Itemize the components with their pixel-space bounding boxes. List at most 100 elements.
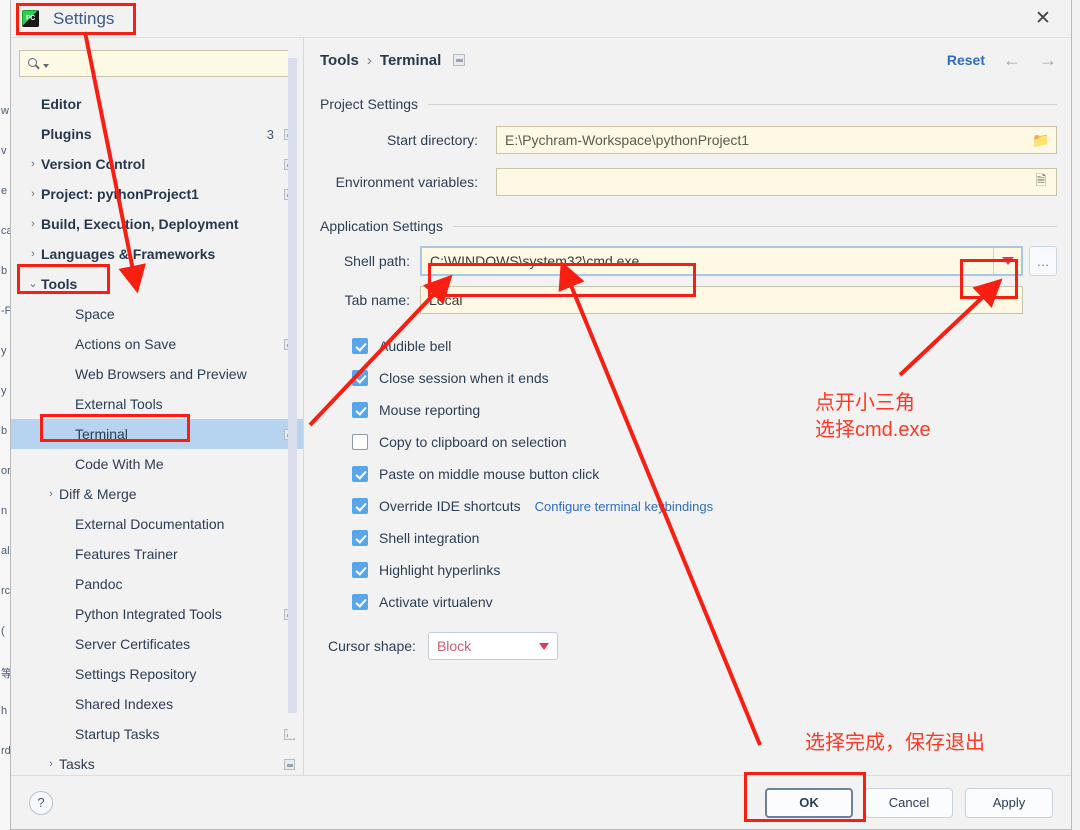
- sidebar-item-label: External Tools: [75, 396, 163, 412]
- checkbox-mouse-reporting[interactable]: [352, 402, 368, 418]
- checkbox-activate-virtualenv[interactable]: [352, 594, 368, 610]
- back-arrow-icon[interactable]: ←: [1003, 50, 1021, 71]
- option-row[interactable]: Audible bell: [352, 330, 1057, 362]
- shell-path-browse-button[interactable]: …: [1029, 246, 1057, 276]
- cursor-shape-value: Block: [436, 638, 472, 654]
- sidebar-scrollbar-thumb[interactable]: [288, 58, 297, 713]
- sidebar-item-external-documentation[interactable]: External Documentation: [11, 509, 303, 539]
- close-icon[interactable]: ✕: [1015, 0, 1071, 37]
- sidebar-item-plugins[interactable]: Plugins 3: [11, 119, 303, 149]
- sidebar-item-label: Tasks: [59, 756, 95, 772]
- sidebar-item-label: Build, Execution, Deployment: [41, 216, 239, 232]
- settings-sync-icon: [284, 758, 295, 770]
- application-settings-header: Application Settings: [320, 218, 1057, 234]
- highlight-terminal-node: [40, 414, 190, 442]
- background-text-fragment: rc: [1, 585, 11, 597]
- cursor-shape-select[interactable]: Block: [427, 632, 558, 660]
- background-text-fragment: y: [1, 345, 7, 357]
- background-text-fragment: b: [1, 265, 8, 277]
- sidebar-item-label: Pandoc: [75, 576, 123, 592]
- checkbox-audible-bell[interactable]: [352, 338, 368, 354]
- sidebar-item-settings-repository[interactable]: Settings Repository: [11, 659, 303, 689]
- breadcrumb: Tools › Terminal Reset ← →: [320, 38, 1057, 82]
- dialog-footer: ? OK Cancel Apply: [11, 775, 1071, 829]
- search-box[interactable]: [19, 50, 293, 77]
- breadcrumb-current: Terminal: [379, 51, 442, 69]
- sidebar-item-startup-tasks[interactable]: Startup Tasks: [11, 719, 303, 749]
- configure-keybindings-link[interactable]: Configure terminal keybindings: [535, 499, 713, 514]
- start-directory-value: E:\Pychram-Workspace\pythonProject1: [505, 132, 750, 148]
- checkbox-highlight-hyperlinks[interactable]: [352, 562, 368, 578]
- sidebar-item-label: External Documentation: [75, 516, 225, 532]
- folder-icon[interactable]: 📁: [1032, 132, 1050, 149]
- reset-link[interactable]: Reset: [947, 52, 985, 68]
- list-edit-icon[interactable]: 🗎: [1032, 170, 1050, 194]
- chevron-right-icon[interactable]: ›: [25, 158, 41, 170]
- environment-variables-field[interactable]: 🗎: [496, 168, 1057, 196]
- apply-button[interactable]: Apply: [965, 787, 1053, 818]
- sidebar-item-project-pythonproject1[interactable]: › Project: pythonProject1: [11, 179, 303, 209]
- cursor-shape-label: Cursor shape:: [328, 638, 416, 654]
- help-button[interactable]: ?: [29, 790, 53, 815]
- option-row[interactable]: Paste on middle mouse button click: [352, 458, 1057, 490]
- option-row[interactable]: Shell integration: [352, 522, 1057, 554]
- highlight-shell-path-value: [428, 263, 696, 297]
- start-directory-field[interactable]: E:\Pychram-Workspace\pythonProject1 📁: [496, 126, 1057, 154]
- cancel-button[interactable]: Cancel: [865, 787, 953, 818]
- sidebar-item-label: Project: pythonProject1: [41, 186, 199, 202]
- breadcrumb-parent[interactable]: Tools: [320, 52, 359, 69]
- terminal-options-list: Audible bell Close session when it ends Mo…: [320, 330, 1057, 618]
- chevron-right-icon[interactable]: ›: [43, 488, 59, 500]
- sidebar-item-version-control[interactable]: › Version Control: [11, 149, 303, 179]
- sidebar-item-space[interactable]: Space: [11, 299, 303, 329]
- background-text-fragment: v: [1, 145, 7, 157]
- checkbox-label: Paste on middle mouse button click: [379, 466, 600, 482]
- option-row[interactable]: Copy to clipboard on selection: [352, 426, 1057, 458]
- option-row[interactable]: Mouse reporting: [352, 394, 1057, 426]
- sidebar-item-shared-indexes[interactable]: Shared Indexes: [11, 689, 303, 719]
- sidebar-item-python-integrated-tools[interactable]: Python Integrated Tools: [11, 599, 303, 629]
- annotation-note-save: 选择完成，保存退出: [805, 732, 985, 754]
- sidebar-item-label: Shared Indexes: [75, 696, 174, 712]
- sidebar-item-actions-on-save[interactable]: Actions on Save: [11, 329, 303, 359]
- search-input[interactable]: [49, 55, 292, 72]
- checkbox-paste-on-middle-mouse-button-click[interactable]: [352, 466, 368, 482]
- settings-sync-icon: [453, 54, 466, 66]
- option-row[interactable]: Override IDE shortcuts Configure terminal…: [352, 490, 1057, 522]
- background-text-fragment: y: [1, 385, 7, 397]
- divider: [452, 225, 1057, 227]
- sidebar-item-diff-merge[interactable]: › Diff & Merge: [11, 479, 303, 509]
- checkbox-label: Shell integration: [379, 530, 480, 546]
- checkbox-close-session-when-it-ends[interactable]: [352, 370, 368, 386]
- sidebar-item-build-execution-deployment[interactable]: › Build, Execution, Deployment: [11, 209, 303, 239]
- sidebar-item-label: Startup Tasks: [75, 726, 160, 742]
- option-row[interactable]: Close session when it ends: [352, 362, 1057, 394]
- sidebar-item-features-trainer[interactable]: Features Trainer: [11, 539, 303, 569]
- dialog-titlebar: Settings ✕: [11, 0, 1071, 38]
- chevron-right-icon[interactable]: ›: [25, 218, 41, 230]
- sidebar-item-server-certificates[interactable]: Server Certificates: [11, 629, 303, 659]
- settings-sidebar: Editor Plugins 3 › Version Control › Project: …: [11, 38, 304, 775]
- highlight-tools-node: [17, 264, 110, 294]
- option-row[interactable]: Activate virtualenv: [352, 586, 1057, 618]
- forward-arrow-icon[interactable]: →: [1039, 50, 1057, 71]
- background-text-fragment: (: [1, 625, 5, 637]
- background-text-fragment: n: [1, 505, 8, 517]
- sidebar-item-pandoc[interactable]: Pandoc: [11, 569, 303, 599]
- checkbox-shell-integration[interactable]: [352, 530, 368, 546]
- checkbox-copy-to-clipboard-on-selection[interactable]: [352, 434, 368, 450]
- chevron-right-icon[interactable]: ›: [25, 248, 41, 260]
- chevron-down-icon: [538, 642, 549, 650]
- sidebar-item-label: Settings Repository: [75, 666, 197, 682]
- sidebar-item-code-with-me[interactable]: Code With Me: [11, 449, 303, 479]
- cursor-shape-row: Cursor shape: Block: [320, 632, 1057, 660]
- checkbox-label: Close session when it ends: [379, 370, 549, 386]
- checkbox-override-ide-shortcuts[interactable]: [352, 498, 368, 514]
- start-directory-row: Start directory: E:\Pychram-Workspace\py…: [320, 126, 1057, 154]
- sidebar-item-editor[interactable]: Editor: [11, 89, 303, 119]
- chevron-right-icon[interactable]: ›: [25, 188, 41, 200]
- chevron-right-icon[interactable]: ›: [43, 758, 59, 770]
- option-row[interactable]: Highlight hyperlinks: [352, 554, 1057, 586]
- checkbox-label: Highlight hyperlinks: [379, 562, 501, 578]
- sidebar-item-web-browsers-and-preview[interactable]: Web Browsers and Preview: [11, 359, 303, 389]
